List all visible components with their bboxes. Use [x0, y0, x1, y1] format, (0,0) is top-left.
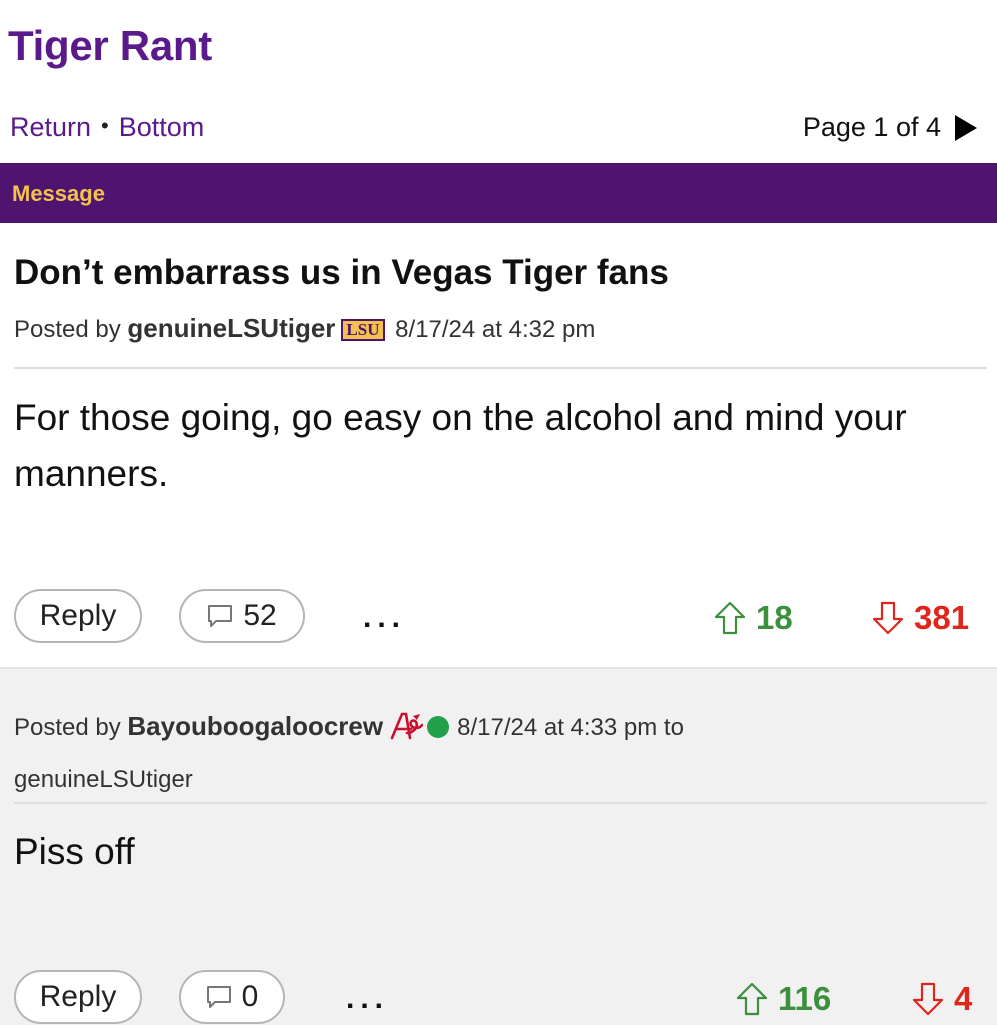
- comment-bubble-icon: [206, 985, 232, 1009]
- reply-post: Posted by Bayouboogaloocrew 8/17/24 at 4:…: [0, 667, 997, 1025]
- lsu-badge-icon: LSU: [341, 319, 385, 341]
- reply-timestamp: 8/17/24 at 4:33 pm to: [457, 714, 684, 741]
- message-header-bar: Message: [0, 163, 997, 223]
- downvote-button[interactable]: 381: [872, 599, 969, 637]
- upvote-arrow-icon: [714, 601, 746, 635]
- downvote-count: 381: [914, 599, 970, 636]
- downvote-arrow-icon: [912, 982, 944, 1016]
- author-name[interactable]: genuineLSUtiger: [127, 313, 335, 343]
- reply-meta: Posted by Bayouboogaloocrew 8/17/24 at 4:…: [14, 703, 983, 803]
- comment-count: 52: [243, 599, 277, 632]
- nav-separator: •: [101, 113, 109, 138]
- reply-button[interactable]: Reply: [14, 589, 142, 643]
- reply-meta-divider: [14, 802, 987, 804]
- more-options-icon[interactable]: ...: [363, 601, 406, 635]
- post-body: For those going, go easy on the alcohol …: [14, 397, 907, 494]
- upvote-count: 18: [756, 599, 793, 636]
- post-meta: Posted by genuineLSUtiger LSU 8/17/24 at …: [14, 313, 595, 344]
- return-link[interactable]: Return: [10, 112, 91, 142]
- more-options-icon[interactable]: ...: [346, 982, 389, 1016]
- pagination: Page 1 of 4: [803, 112, 977, 143]
- comments-button[interactable]: 0: [179, 970, 285, 1024]
- top-navigation: Return • Bottom Page 1 of 4: [10, 112, 977, 148]
- downvote-button[interactable]: 4: [912, 980, 972, 1018]
- comment-count: 0: [241, 980, 259, 1013]
- downvote-arrow-icon: [872, 601, 904, 635]
- upvote-button[interactable]: 116: [736, 980, 831, 1018]
- reply-body: Piss off: [14, 831, 135, 872]
- reply-author-name[interactable]: Bayouboogaloocrew: [127, 711, 383, 741]
- thread-title: Don’t embarrass us in Vegas Tiger fans: [14, 253, 669, 292]
- posted-by-label: Posted by: [14, 714, 121, 741]
- comment-bubble-icon: [207, 604, 233, 628]
- braves-logo-icon: [389, 711, 424, 757]
- post-timestamp: 8/17/24 at 4:32 pm: [395, 316, 596, 343]
- upvote-button[interactable]: 18: [714, 599, 793, 637]
- online-status-icon: [427, 716, 450, 738]
- page-indicator: Page 1 of 4: [802, 112, 941, 142]
- posted-by-label: Posted by: [14, 316, 121, 343]
- message-header-label: Message: [12, 181, 105, 206]
- bottom-link[interactable]: Bottom: [119, 112, 205, 142]
- upvote-count: 116: [778, 980, 832, 1017]
- meta-divider: [14, 367, 987, 369]
- post-actions: Reply 52 ... 18 381: [14, 589, 979, 647]
- next-page-icon[interactable]: [955, 114, 977, 141]
- reply-button[interactable]: Reply: [14, 970, 142, 1024]
- upvote-arrow-icon: [736, 982, 768, 1016]
- board-title: Tiger Rant: [8, 22, 212, 69]
- original-post: Don’t embarrass us in Vegas Tiger fans P…: [0, 223, 997, 667]
- reply-to-user[interactable]: genuineLSUtiger: [14, 766, 193, 793]
- reply-actions: Reply 0 ... 116 4: [14, 970, 979, 1028]
- downvote-count: 4: [954, 980, 973, 1017]
- comments-button[interactable]: 52: [179, 589, 305, 643]
